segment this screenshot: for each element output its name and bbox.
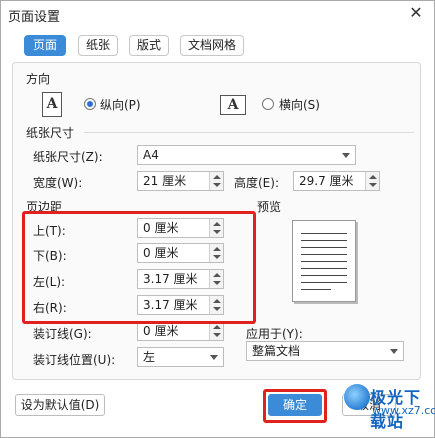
width-stepper-buttons[interactable] xyxy=(209,172,223,190)
width-spinner[interactable]: 21 厘米 xyxy=(137,171,224,191)
height-label: 高度(E): xyxy=(234,176,279,190)
height-spinner[interactable]: 29.7 厘米 xyxy=(293,171,380,191)
paper-size-value: A4 xyxy=(143,148,159,162)
ok-button-highlight-box xyxy=(263,389,327,423)
preview-text-line xyxy=(301,275,347,276)
portrait-orientation-icon: A xyxy=(42,92,62,117)
window-title: 页面设置 xyxy=(8,10,61,25)
preview-text-line xyxy=(301,261,347,262)
tab-document-grid[interactable]: 文档网格 xyxy=(180,35,244,56)
orientation-group-label: 方向 xyxy=(26,72,51,86)
apply-to-value: 整篇文档 xyxy=(252,344,301,358)
portrait-radio[interactable] xyxy=(84,98,96,110)
preview-text-line xyxy=(301,268,347,269)
portrait-radio-label[interactable]: 纵向(P) xyxy=(100,96,141,113)
chevron-down-icon xyxy=(390,349,398,354)
set-default-button[interactable]: 设为默认值(D) xyxy=(15,394,105,416)
watermark-logo-icon xyxy=(344,384,370,410)
preview-text-line xyxy=(301,254,347,255)
chevron-down-icon xyxy=(342,153,350,158)
gutter-label: 装订线(G): xyxy=(33,327,92,341)
gutter-position-value: 左 xyxy=(143,350,156,364)
preview-text-line xyxy=(301,282,347,283)
height-value: 29.7 厘米 xyxy=(299,174,354,188)
gutter-position-label: 装订线位置(U): xyxy=(33,353,116,367)
apply-to-select[interactable]: 整篇文档 xyxy=(246,341,404,361)
tab-paper[interactable]: 纸张 xyxy=(78,35,118,56)
increment-icon[interactable] xyxy=(369,175,377,179)
decrement-icon[interactable] xyxy=(213,183,221,187)
apply-to-label: 应用于(Y): xyxy=(246,327,303,341)
height-stepper-buttons[interactable] xyxy=(365,172,379,190)
decrement-icon[interactable] xyxy=(213,333,221,337)
watermark-url: www.xz7.com xyxy=(372,404,435,417)
paper-size-divider xyxy=(84,132,414,133)
landscape-orientation-icon: A xyxy=(220,95,246,115)
increment-icon[interactable] xyxy=(213,325,221,329)
preview-text-line xyxy=(301,247,347,248)
landscape-radio[interactable] xyxy=(262,98,274,110)
preview-group-label: 预览 xyxy=(257,200,282,214)
gutter-spinner[interactable]: 0 厘米 xyxy=(137,321,224,341)
landscape-radio-label[interactable]: 横向(S) xyxy=(279,96,320,113)
preview-text-line xyxy=(301,289,331,290)
page-preview xyxy=(292,220,356,302)
width-value: 21 厘米 xyxy=(143,174,187,188)
preview-text-line xyxy=(301,240,347,241)
tab-layout[interactable]: 版式 xyxy=(129,35,169,56)
gutter-stepper-buttons[interactable] xyxy=(209,322,223,340)
close-icon[interactable]: ✕ xyxy=(405,2,427,24)
tab-page[interactable]: 页面 xyxy=(24,35,66,56)
gutter-value: 0 厘米 xyxy=(143,324,179,338)
paper-size-label: 纸张尺寸(Z): xyxy=(33,150,103,164)
margins-highlight-box xyxy=(22,211,256,324)
increment-icon[interactable] xyxy=(213,175,221,179)
width-label: 宽度(W): xyxy=(33,176,83,190)
decrement-icon[interactable] xyxy=(369,183,377,187)
paper-size-select[interactable]: A4 xyxy=(137,145,356,165)
preview-text-line xyxy=(301,233,347,234)
gutter-position-select[interactable]: 左 xyxy=(137,347,224,367)
chevron-down-icon xyxy=(210,355,218,360)
paper-size-group-label: 纸张尺寸 xyxy=(26,126,75,140)
